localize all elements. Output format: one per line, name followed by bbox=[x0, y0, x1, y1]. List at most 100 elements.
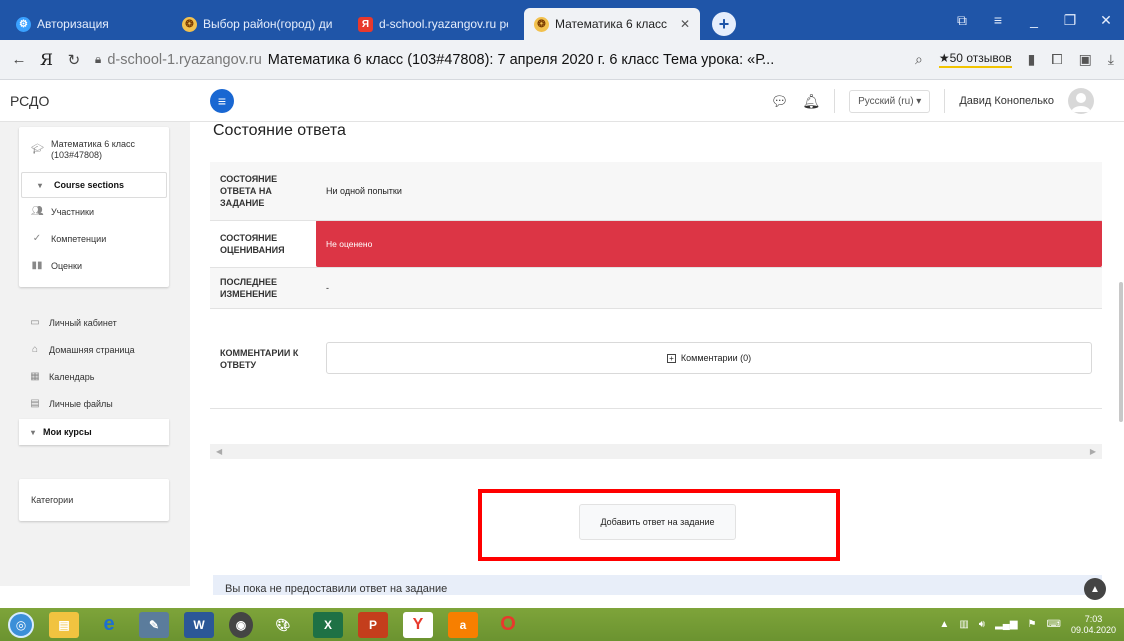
close-icon[interactable]: ✕ bbox=[680, 17, 690, 31]
tray-expand-icon[interactable]: ▲ bbox=[939, 619, 949, 630]
excel-icon[interactable]: X bbox=[313, 611, 343, 638]
lock-icon: 🔒︎ bbox=[94, 52, 102, 66]
grading-status-badge: Не оценено bbox=[316, 220, 1102, 268]
media-player-icon[interactable]: ◉ bbox=[229, 611, 253, 638]
add-submission-button[interactable]: Добавить ответ на задание bbox=[579, 504, 736, 540]
tab-label: d-school.ryazangov.ru регі bbox=[379, 17, 508, 31]
tab-d-school-registration[interactable]: Я d-school.ryazangov.ru регі bbox=[348, 8, 518, 40]
app-a-icon[interactable]: a bbox=[448, 611, 478, 638]
file-explorer-icon[interactable]: ▤ bbox=[49, 611, 79, 638]
reviews-badge[interactable]: ★50 отзывов bbox=[938, 51, 1012, 68]
new-tab-button[interactable]: + bbox=[712, 12, 736, 36]
keyboard-icon[interactable]: ⌨ bbox=[1047, 619, 1061, 630]
start-button-icon[interactable]: ◎ bbox=[8, 611, 34, 638]
paint-palette-icon[interactable]: 🎨︎ bbox=[268, 612, 298, 638]
powerpoint-icon[interactable]: P bbox=[358, 611, 388, 638]
drawer-item-private-files[interactable]: ▤ Личные файлы bbox=[19, 390, 169, 417]
opera-icon[interactable]: O bbox=[493, 612, 523, 638]
drawer-item-course[interactable]: 🎓︎ Математика 6 класс (103#47808) bbox=[19, 127, 169, 172]
url-page-title: Математика 6 класс (103#47808): 7 апреля… bbox=[267, 51, 775, 68]
word-icon[interactable]: W bbox=[184, 611, 214, 638]
graduation-cap-icon: 🎓︎ bbox=[31, 144, 44, 155]
network-icon[interactable]: ▥ bbox=[959, 619, 968, 630]
calendar-icon: ▦ bbox=[30, 371, 40, 382]
user-name[interactable]: Давид Конопелько bbox=[959, 95, 1054, 107]
row-label: Состояние ответа на задание bbox=[210, 162, 316, 221]
bookmark-icon[interactable]: ▮ bbox=[1028, 51, 1036, 68]
drawer-item-calendar[interactable]: ▦ Календарь bbox=[19, 363, 169, 390]
drawer-toggle-button[interactable]: ≡ bbox=[210, 88, 234, 113]
drawer-item-course-sections[interactable]: ▾ Course sections bbox=[21, 172, 167, 198]
minimize-icon[interactable]: _ bbox=[1016, 12, 1052, 28]
tab-label: Выбор район(город) дист bbox=[203, 17, 332, 31]
users-icon: 👥︎ bbox=[31, 206, 44, 217]
search-icon[interactable]: ⌕ bbox=[915, 51, 923, 68]
submission-status-table: Состояние ответа на задание Ни одной поп… bbox=[210, 162, 1102, 409]
page-title: Состояние ответа bbox=[213, 122, 346, 139]
download-icon[interactable]: ⤓ bbox=[1108, 51, 1114, 68]
tab-authorization[interactable]: ⚙ Авторизация bbox=[6, 8, 166, 40]
scroll-left-icon[interactable]: ◀ bbox=[216, 447, 222, 456]
clock[interactable]: 7:03 09.04.2020 bbox=[1071, 614, 1116, 636]
horizontal-scrollbar[interactable]: ◀ ▶ bbox=[210, 444, 1102, 459]
extension-icon[interactable]: ▣ bbox=[1079, 51, 1092, 68]
collections-icon[interactable]: ⧠ bbox=[1051, 51, 1062, 68]
tab-math-course[interactable]: ❂ Математика 6 класс (10 ✕ bbox=[524, 8, 700, 40]
drawer-item-label: Участники bbox=[51, 206, 94, 217]
avatar[interactable] bbox=[1068, 88, 1094, 114]
back-icon[interactable]: ← bbox=[10, 51, 28, 68]
course-nav-card: 🎓︎ Математика 6 класс (103#47808) ▾ Cour… bbox=[19, 127, 169, 287]
row-label: Комментарии к ответу bbox=[210, 308, 316, 409]
drawer-item-categories[interactable]: Категории bbox=[19, 479, 169, 521]
back-to-top-icon[interactable]: ▲ bbox=[1084, 578, 1106, 600]
drawer-item-label: Мои курсы bbox=[43, 427, 92, 437]
menu-icon[interactable]: ≡ bbox=[980, 12, 1016, 28]
yandex-logo-icon[interactable]: Я bbox=[40, 50, 53, 69]
yandex-browser-icon[interactable]: Y bbox=[403, 611, 433, 638]
chevron-down-icon: ▾ bbox=[31, 427, 36, 437]
restore-icon[interactable]: ❐ bbox=[1052, 12, 1088, 29]
site-brand[interactable]: РСДО bbox=[0, 93, 210, 109]
drawer-item-label: Математика 6 класс (103#47808) bbox=[51, 138, 136, 160]
clock-date: 09.04.2020 bbox=[1070, 624, 1116, 635]
tab-district-select[interactable]: ❂ Выбор район(город) дист bbox=[172, 8, 342, 40]
drawer-item-home[interactable]: ⌂ Домашняя страница bbox=[19, 336, 169, 363]
yandex-icon: Я bbox=[358, 16, 373, 32]
url-field[interactable]: 🔒︎ d-school-1.ryazangov.ru Математика 6 … bbox=[95, 52, 903, 68]
drawer-item-label: Компетенции bbox=[51, 233, 107, 244]
address-bar: ← Я ↻ 🔒︎ d-school-1.ryazangov.ru Математ… bbox=[0, 40, 1124, 80]
language-menu[interactable]: Русский (ru) ▾ bbox=[849, 89, 931, 113]
files-icon: ▤ bbox=[30, 398, 40, 409]
gradebook-icon: ▮▮ bbox=[31, 260, 43, 271]
messages-icon[interactable]: 💬︎ bbox=[771, 93, 789, 110]
chevron-down-icon: ▾ bbox=[37, 180, 42, 190]
emblem-icon: ❂ bbox=[182, 16, 197, 32]
flag-icon[interactable]: ⚑ bbox=[1028, 619, 1037, 630]
os-taskbar: ◎ ▤ e ✎ W ◉ 🎨︎ X P Y a O ▲ ▥ 🔊︎ ▂▄▆ ⚑ ⌨ … bbox=[0, 608, 1124, 641]
drawer-item-dashboard[interactable]: ▭ Личный кабинет bbox=[19, 309, 169, 336]
signal-icon[interactable]: ▂▄▆ bbox=[995, 619, 1017, 630]
clock-time: 7:03 bbox=[1084, 613, 1103, 624]
drawer-item-my-courses[interactable]: ▾ Мои курсы bbox=[19, 419, 169, 445]
reload-icon[interactable]: ↻ bbox=[65, 51, 83, 69]
volume-icon[interactable]: 🔊︎ bbox=[979, 619, 985, 630]
scroll-right-icon[interactable]: ▶ bbox=[1090, 447, 1096, 456]
drawer-item-label: Course sections bbox=[54, 180, 125, 190]
tabs-overview-icon[interactable]: ⧉ bbox=[944, 12, 980, 29]
drawer-item-participants[interactable]: 👥︎ Участники bbox=[19, 198, 169, 225]
window-controls: ⧉ ≡ _ ❐ ✕ bbox=[944, 0, 1124, 40]
notifications-bell-icon[interactable]: 🔔︎ bbox=[802, 93, 820, 110]
drawer-item-label: Личные файлы bbox=[49, 398, 113, 409]
paint-tool-icon[interactable]: ✎ bbox=[139, 611, 169, 638]
drawer-item-grades[interactable]: ▮▮ Оценки bbox=[19, 252, 169, 279]
main-content: Состояние ответа Состояние ответа на зад… bbox=[190, 122, 1124, 600]
browser-tab-strip: ⚙ Авторизация ❂ Выбор район(город) дист … bbox=[0, 0, 1124, 40]
table-row: Состояние ответа на задание Ни одной поп… bbox=[210, 162, 1102, 221]
table-row: Комментарии к ответу + Комментарии (0) bbox=[210, 308, 1102, 409]
internet-explorer-icon[interactable]: e bbox=[94, 612, 124, 638]
vertical-scrollbar[interactable] bbox=[1118, 122, 1124, 586]
drawer-item-competencies[interactable]: ✓ Компетенции bbox=[19, 225, 169, 252]
checkmark-icon: ✓ bbox=[32, 233, 42, 244]
comments-toggle[interactable]: + Комментарии (0) bbox=[326, 342, 1092, 374]
close-window-icon[interactable]: ✕ bbox=[1088, 12, 1124, 29]
